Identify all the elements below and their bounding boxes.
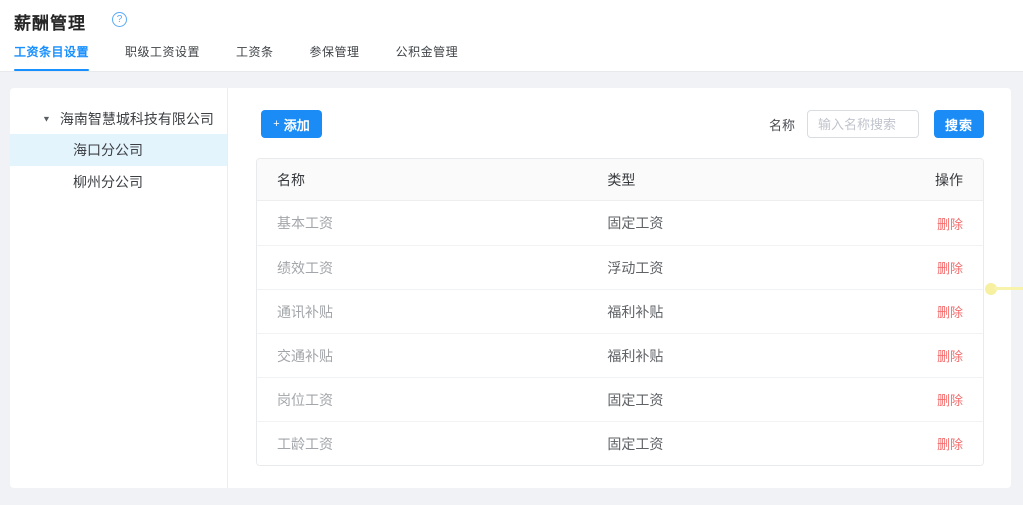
cell-name: 绩效工资 <box>257 258 587 278</box>
tree-node-branch-0[interactable]: 海口分公司 <box>10 134 227 166</box>
search-group: 名称 搜索 <box>769 110 984 138</box>
table-row-0: 基本工资固定工资 删除 <box>257 201 983 245</box>
cell-type: 固定工资 <box>587 213 873 233</box>
delete-link[interactable]: 删除 <box>937 217 963 232</box>
tree-node-company-label: 海南智慧城科技有限公司 <box>60 109 214 129</box>
salary-management-page: 薪酬管理 ? 工资条目设置 职级工资设置 工资条 参保管理 公积金管理 ▼ 海南智慧城科… <box>0 0 1023 505</box>
table-row-4: 岗位工资固定工资 删除 <box>257 377 983 421</box>
tree-node-company[interactable]: ▼ 海南智慧城科技有限公司 <box>10 104 227 134</box>
toolbar: + 添加 名称 搜索 <box>256 110 984 138</box>
cell-name: 基本工资 <box>257 213 587 233</box>
cell-type: 福利补贴 <box>587 346 873 366</box>
delete-link[interactable]: 删除 <box>937 437 963 452</box>
delete-link[interactable]: 删除 <box>937 261 963 276</box>
search-button[interactable]: 搜索 <box>934 110 984 138</box>
page-header: 薪酬管理 ? 工资条目设置 职级工资设置 工资条 参保管理 公积金管理 <box>0 0 1023 72</box>
cell-action: 删除 <box>873 434 983 453</box>
table-header-row: 名称类型操作 <box>257 159 983 201</box>
content-card: ▼ 海南智慧城科技有限公司 海口分公司柳州分公司 + 添加 名称 搜索 名称类型… <box>10 88 1011 488</box>
tree-node-branch-label: 海口分公司 <box>73 140 143 160</box>
delete-link[interactable]: 删除 <box>937 349 963 364</box>
tab-1[interactable]: 职级工资设置 <box>125 43 200 71</box>
cell-name: 工龄工资 <box>257 434 587 454</box>
cell-action: 删除 <box>873 346 983 365</box>
content-panel: + 添加 名称 搜索 名称类型操作 基本工资固定工资删除绩效工资浮动工资删除通讯… <box>228 88 1011 488</box>
tree-children: 海口分公司柳州分公司 <box>10 134 227 198</box>
delete-link[interactable]: 删除 <box>937 393 963 408</box>
salary-items-table: 名称类型操作 基本工资固定工资删除绩效工资浮动工资删除通讯补贴福利补贴删除交通补… <box>256 158 984 466</box>
cell-name: 交通补贴 <box>257 346 587 366</box>
table-row-1: 绩效工资浮动工资 删除 <box>257 245 983 289</box>
search-input[interactable] <box>807 110 919 138</box>
delete-link[interactable]: 删除 <box>937 305 963 320</box>
add-button-label: 添加 <box>284 115 310 134</box>
cell-type: 固定工资 <box>587 390 873 410</box>
cell-name: 通讯补贴 <box>257 302 587 322</box>
table-body: 基本工资固定工资删除绩效工资浮动工资删除通讯补贴福利补贴删除交通补贴福利补贴删除… <box>257 201 983 465</box>
column-header-0: 名称 <box>257 170 587 190</box>
cell-action: 删除 <box>873 390 983 409</box>
table-row-3: 交通补贴福利补贴 删除 <box>257 333 983 377</box>
tree-node-branch-label: 柳州分公司 <box>73 172 143 192</box>
search-label: 名称 <box>769 115 795 134</box>
cell-type: 固定工资 <box>587 434 873 454</box>
cell-type: 浮动工资 <box>587 258 873 278</box>
tab-4[interactable]: 公积金管理 <box>396 43 459 71</box>
add-button[interactable]: + 添加 <box>261 110 322 138</box>
cell-action: 删除 <box>873 258 983 277</box>
table-row-5: 工龄工资固定工资 删除 <box>257 421 983 465</box>
tree-node-branch-1[interactable]: 柳州分公司 <box>10 166 227 198</box>
tab-2[interactable]: 工资条 <box>236 43 274 71</box>
caret-down-icon[interactable]: ▼ <box>42 115 51 124</box>
cell-type: 福利补贴 <box>587 302 873 322</box>
cell-name: 岗位工资 <box>257 390 587 410</box>
plus-icon: + <box>273 118 279 130</box>
tab-bar: 工资条目设置 职级工资设置 工资条 参保管理 公积金管理 <box>14 43 494 71</box>
cell-action: 删除 <box>873 302 983 321</box>
help-icon[interactable]: ? <box>112 12 127 27</box>
cell-action: 删除 <box>873 214 983 233</box>
column-header-2: 操作 <box>873 170 983 190</box>
column-header-1: 类型 <box>587 170 873 190</box>
company-tree: ▼ 海南智慧城科技有限公司 海口分公司柳州分公司 <box>10 88 228 488</box>
page-title: 薪酬管理 <box>14 9 86 34</box>
table-row-2: 通讯补贴福利补贴 删除 <box>257 289 983 333</box>
tab-0[interactable]: 工资条目设置 <box>14 43 89 71</box>
tab-3[interactable]: 参保管理 <box>310 43 360 71</box>
